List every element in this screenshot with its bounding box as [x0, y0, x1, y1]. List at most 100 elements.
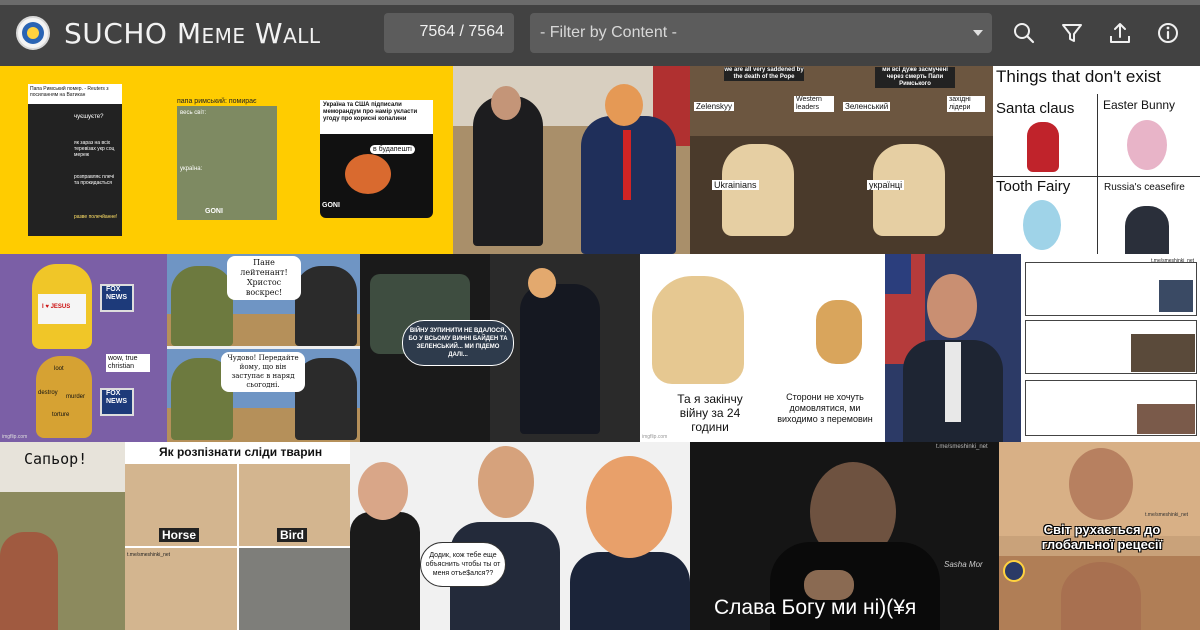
- watermark: imgflip.com: [642, 434, 668, 440]
- city-ruins: [239, 548, 350, 630]
- meme-grid: Папа Римський помер. - Reuters з посилан…: [0, 66, 1200, 630]
- filter-placeholder: - Filter by Content -: [540, 24, 677, 41]
- meme-tile[interactable]: Додик, кож тебе еще объяснить чтобы ты о…: [350, 442, 690, 630]
- meme-text: GONI: [322, 202, 340, 209]
- meme-title: Things that don't exist: [996, 67, 1161, 86]
- meme-caption: Світ рухається до глобальної рецесії: [1041, 522, 1163, 552]
- meme-label: західні лідери: [947, 96, 985, 112]
- photo-insert: [1159, 280, 1193, 312]
- meme-text: Сторони не хочуть домовлятися, ми виходи…: [777, 392, 873, 424]
- soldier-left: [171, 266, 233, 346]
- head-left: [491, 86, 521, 120]
- watermark: imgflip.com: [2, 434, 28, 440]
- dog: [873, 144, 945, 236]
- soldier-right: [295, 266, 357, 346]
- logo-globe: [22, 22, 44, 44]
- meme-tile[interactable]: Пане лейтенант! Христос воскрес! Чудово!…: [167, 254, 360, 442]
- person-suit: [570, 552, 690, 630]
- meme-title: Сапьор!: [24, 450, 88, 468]
- meme-text: весь світ:: [180, 110, 207, 116]
- meme-text: разве полечйанне!: [74, 214, 118, 220]
- meme-text: папа римський: помирає: [177, 98, 257, 105]
- meme-text: Україна та США підписали меморандум про …: [323, 102, 418, 122]
- divider: [167, 346, 360, 349]
- meme-tile[interactable]: I ♥ JESUS loot destroy murder torture FO…: [0, 254, 167, 442]
- meme-tile[interactable]: Та я закінчу війну за 24 години Сторони …: [640, 254, 885, 442]
- watermark: t.me/smeshinki_net: [936, 444, 988, 450]
- upload-button[interactable]: [1106, 19, 1134, 47]
- meme-tile[interactable]: t.me/smeshinki_net Світ рухається до гло…: [999, 442, 1200, 630]
- person-head: [927, 274, 977, 338]
- meme-text: Та я закінчу війну за 24 години: [677, 392, 743, 434]
- cell-label: Tooth Fairy: [996, 178, 1071, 195]
- photo-insert: [1131, 334, 1195, 372]
- meme-label: Зеленський: [843, 102, 891, 111]
- dog: [722, 144, 794, 236]
- meme-title: Як розпізнати сліди тварин: [159, 445, 323, 459]
- meme-text: чуєшуєте?: [74, 114, 104, 120]
- meme-text: розправляє плечі та прокидається: [74, 174, 115, 186]
- santa-figure: [1027, 122, 1059, 172]
- cell-label: Easter Bunny: [1103, 98, 1176, 112]
- meme-tile[interactable]: t.me/smeshinki_net: [1021, 254, 1200, 442]
- person-head: [586, 456, 672, 558]
- meme-label: українці: [867, 180, 905, 190]
- search-icon: [1014, 23, 1035, 44]
- meme-text: destroy: [38, 390, 58, 396]
- meme-tile[interactable]: [885, 254, 1021, 442]
- upload-icon: [1110, 23, 1130, 43]
- speech-bubble: в будапешті: [370, 145, 415, 154]
- meme-tile[interactable]: t.me/smeshinki_net Sasha Mor Слава Богу …: [690, 442, 999, 630]
- meme-text: як зараз на всіх теревізах укр соц мереж: [74, 140, 115, 158]
- head-right: [605, 84, 643, 126]
- person-blanket: [0, 532, 58, 630]
- photo-insert: [1137, 404, 1195, 434]
- content-filter-select[interactable]: - Filter by Content -: [530, 13, 992, 53]
- meme-tile[interactable]: Папа Римський помер. - Reuters з посилан…: [0, 66, 453, 254]
- search-button[interactable]: [1010, 19, 1038, 47]
- meme-text: torture: [52, 412, 70, 418]
- meme-text: Папа Римський помер. - Reuters з посилан…: [30, 86, 109, 98]
- logo-sun: [27, 27, 39, 39]
- meme-tile[interactable]: ми всі дуже засмучені через смерть Папи …: [841, 66, 993, 254]
- meme-counter: 7564 / 7564: [384, 13, 514, 53]
- meme-label: Horse: [159, 528, 200, 542]
- watermark: t.me/smeshinki_net: [127, 552, 171, 558]
- person-figure: [1125, 206, 1169, 254]
- cheems-doge: [816, 300, 862, 364]
- meme-tile[interactable]: we are all very saddened by the death of…: [690, 66, 841, 254]
- info-button[interactable]: [1154, 19, 1182, 47]
- meme-tile[interactable]: Things that don't exist Santa claus East…: [993, 66, 1200, 254]
- filter-button[interactable]: [1058, 19, 1086, 47]
- meme-tile[interactable]: Сапьор!: [0, 442, 125, 630]
- meme-label: Ukrainians: [712, 180, 759, 190]
- meme-text: GONI: [205, 208, 223, 215]
- meme-text: україна:: [180, 166, 203, 172]
- cell-label: Russia's ceasefire: [1104, 182, 1185, 193]
- signature: Sasha Mor: [944, 560, 983, 569]
- speech-bubble: Чудово! Передайте йому, що він заступає …: [221, 352, 305, 392]
- meme-tile[interactable]: Як розпізнати сліди тварин Horse Bird t.…: [125, 442, 350, 630]
- shirt: [945, 342, 961, 422]
- chevron-down-icon: [973, 30, 983, 36]
- red-tie: [623, 130, 631, 200]
- info-icon: [1158, 23, 1178, 43]
- sucho-logo[interactable]: [16, 16, 50, 50]
- meme-text: murder: [66, 394, 86, 400]
- meme-tile[interactable]: [453, 66, 690, 254]
- meme-tile[interactable]: ВІЙНУ ЗУПИНИТИ НЕ ВДАЛОСЯ, БО У ВСЬОМУ В…: [360, 254, 640, 442]
- meme-text: I ♥ JESUS: [42, 304, 71, 310]
- divider: [1097, 94, 1098, 254]
- cell-label: Santa claus: [996, 100, 1075, 117]
- meme-panel: [177, 106, 277, 220]
- person-head: [528, 268, 556, 298]
- meme-label: Zelenskyy: [694, 102, 735, 111]
- person-head: [358, 462, 408, 520]
- person-head: [1069, 448, 1133, 520]
- meme-label: Bird: [277, 528, 307, 542]
- person-suit: [520, 284, 600, 434]
- meme-text: wow, true christian: [106, 354, 150, 372]
- flag-canton: [885, 254, 911, 294]
- grinning-face: [345, 154, 391, 194]
- watermark: t.me/smeshinki_net: [1145, 512, 1189, 518]
